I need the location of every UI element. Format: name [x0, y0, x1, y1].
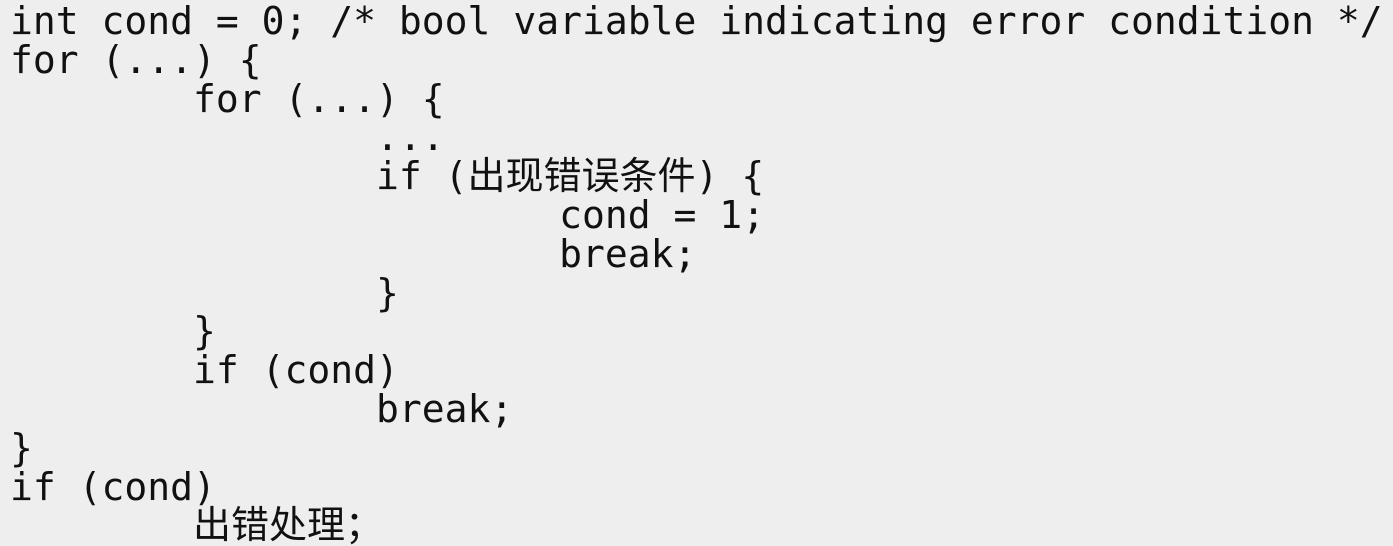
- code-line: break;: [10, 231, 697, 276]
- code-line: }: [10, 425, 33, 470]
- code-line: break;: [10, 386, 514, 431]
- code-line: for (...) {: [10, 37, 262, 82]
- code-line: for (...) {: [10, 76, 445, 121]
- code-line: int cond = 0; /* bool variable indicatin…: [10, 0, 1383, 43]
- code-lines-container: int cond = 0; /* bool variable indicatin…: [0, 2, 1393, 545]
- code-line: if (出现错误条件) {: [10, 154, 765, 199]
- code-line: }: [10, 309, 216, 354]
- code-line: cond = 1;: [10, 192, 765, 237]
- code-snippet-block: int cond = 0; /* bool variable indicatin…: [0, 0, 1393, 546]
- code-line: 出错处理；: [10, 503, 384, 546]
- code-line: if (cond): [10, 348, 399, 393]
- code-line: }: [10, 270, 399, 315]
- code-line: ...: [10, 115, 445, 160]
- code-line: if (cond): [10, 464, 216, 509]
